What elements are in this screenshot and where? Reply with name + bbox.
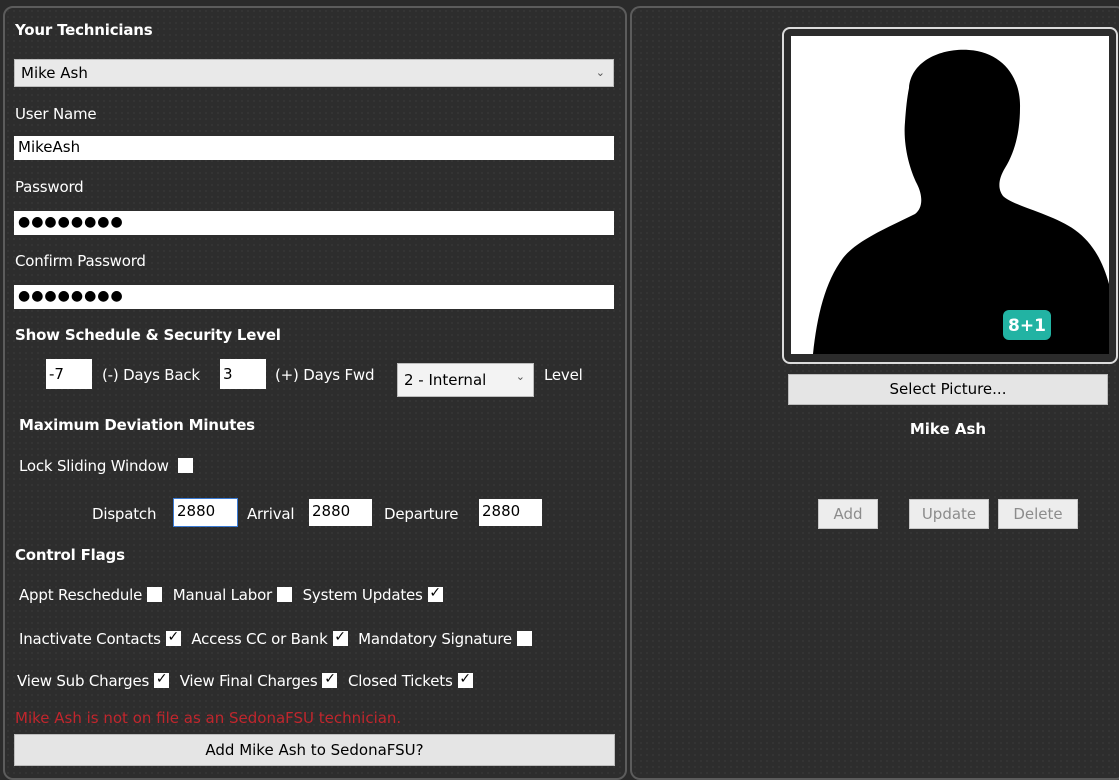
security-level-value: 2 - Internal (404, 371, 487, 389)
view-final-charges-label: View Final Charges (179, 672, 318, 690)
flag-row-3: View Sub Charges ✓ View Final Charges ✓ Cl… (17, 671, 479, 690)
days-back-label: (-) Days Back (102, 366, 200, 384)
flag-row-1: Appt Reschedule Manual Labor System Upda… (19, 585, 449, 604)
departure-label: Departure (384, 505, 459, 523)
flag-row-2: Inactivate Contacts ✓ Access CC or Bank ✓ … (19, 629, 538, 648)
system-updates-label: System Updates (302, 586, 423, 604)
checkmark-icon: ✓ (429, 585, 441, 601)
technician-select-value: Mike Ash (21, 64, 88, 82)
technician-settings-panel: Your Technicians Mike Ash ⌄ User Name Mi… (3, 6, 627, 780)
closed-tickets-label: Closed Tickets (348, 672, 453, 690)
add-to-sedonafsu-button[interactable]: Add Mike Ash to SedonaFSU? (14, 734, 615, 766)
password-label: Password (15, 178, 84, 196)
profile-name: Mike Ash (909, 420, 987, 438)
lock-sliding-window-checkbox[interactable] (177, 458, 193, 473)
delete-button[interactable]: Delete (998, 499, 1078, 529)
error-message: Mike Ash is not on file as an SedonaFSU … (15, 709, 402, 727)
arrival-input[interactable]: 2880 (309, 499, 372, 526)
control-flags-heading: Control Flags (15, 546, 125, 564)
appt-reschedule-label: Appt Reschedule (19, 586, 143, 604)
user-name-label: User Name (15, 105, 97, 123)
arrival-label: Arrival (247, 505, 295, 523)
checkmark-icon: ✓ (324, 671, 336, 687)
technician-select[interactable]: Mike Ash ⌄ (14, 59, 614, 87)
appt-reschedule-checkbox[interactable] (147, 587, 163, 602)
days-fwd-input[interactable]: 3 (220, 359, 266, 389)
select-picture-button[interactable]: Select Picture... (788, 374, 1108, 405)
manual-labor-checkbox[interactable] (277, 587, 293, 602)
view-final-charges-checkbox[interactable]: ✓ (322, 671, 338, 688)
password-input[interactable]: ●●●●●●●● (14, 211, 614, 235)
dispatch-input[interactable]: 2880 (173, 498, 238, 527)
days-back-input[interactable]: -7 (46, 359, 92, 389)
security-level-select[interactable]: 2 - Internal ⌄ (397, 363, 534, 397)
level-label: Level (544, 366, 583, 384)
inactivate-contacts-checkbox[interactable]: ✓ (165, 629, 181, 646)
days-fwd-label: (+) Days Fwd (275, 366, 375, 384)
checkmark-icon: ✓ (155, 671, 168, 687)
avatar: 8+1 (791, 36, 1109, 354)
inactivate-contacts-label: Inactivate Contacts (19, 630, 161, 648)
manual-labor-label: Manual Labor (172, 586, 273, 604)
view-sub-charges-checkbox[interactable]: ✓ (154, 671, 170, 688)
lock-sliding-window-label: Lock Sliding Window (19, 457, 169, 475)
deviation-heading: Maximum Deviation Minutes (19, 416, 255, 434)
dispatch-label: Dispatch (92, 505, 157, 523)
badge-text: 8+1 (1008, 316, 1046, 336)
checkmark-icon: ✓ (334, 629, 346, 645)
user-name-input[interactable]: MikeAsh (14, 136, 614, 160)
mandatory-signature-label: Mandatory Signature (358, 630, 512, 648)
mandatory-signature-checkbox[interactable] (516, 631, 532, 646)
person-silhouette-icon: 8+1 (813, 49, 1109, 354)
checkmark-icon: ✓ (167, 629, 180, 645)
technicians-heading: Your Technicians (15, 21, 153, 39)
system-updates-checkbox[interactable]: ✓ (427, 585, 443, 602)
confirm-password-label: Confirm Password (15, 252, 146, 270)
schedule-heading: Show Schedule & Security Level (15, 326, 281, 344)
lock-sliding-window-row: Lock Sliding Window (19, 457, 199, 475)
access-cc-bank-checkbox[interactable]: ✓ (332, 629, 348, 646)
update-button[interactable]: Update (909, 499, 989, 529)
view-sub-charges-label: View Sub Charges (17, 672, 150, 690)
chevron-down-icon: ⌄ (515, 370, 525, 383)
confirm-password-input[interactable]: ●●●●●●●● (14, 285, 614, 309)
profile-panel: 8+1 Select Picture... Mike Ash Add Updat… (630, 6, 1119, 780)
add-button[interactable]: Add (818, 499, 878, 529)
chevron-down-icon: ⌄ (595, 66, 605, 79)
checkmark-icon: ✓ (459, 671, 471, 687)
departure-input[interactable]: 2880 (479, 499, 542, 526)
access-cc-bank-label: Access CC or Bank (191, 630, 328, 648)
closed-tickets-checkbox[interactable]: ✓ (457, 671, 473, 688)
photo-frame: 8+1 (782, 27, 1118, 364)
